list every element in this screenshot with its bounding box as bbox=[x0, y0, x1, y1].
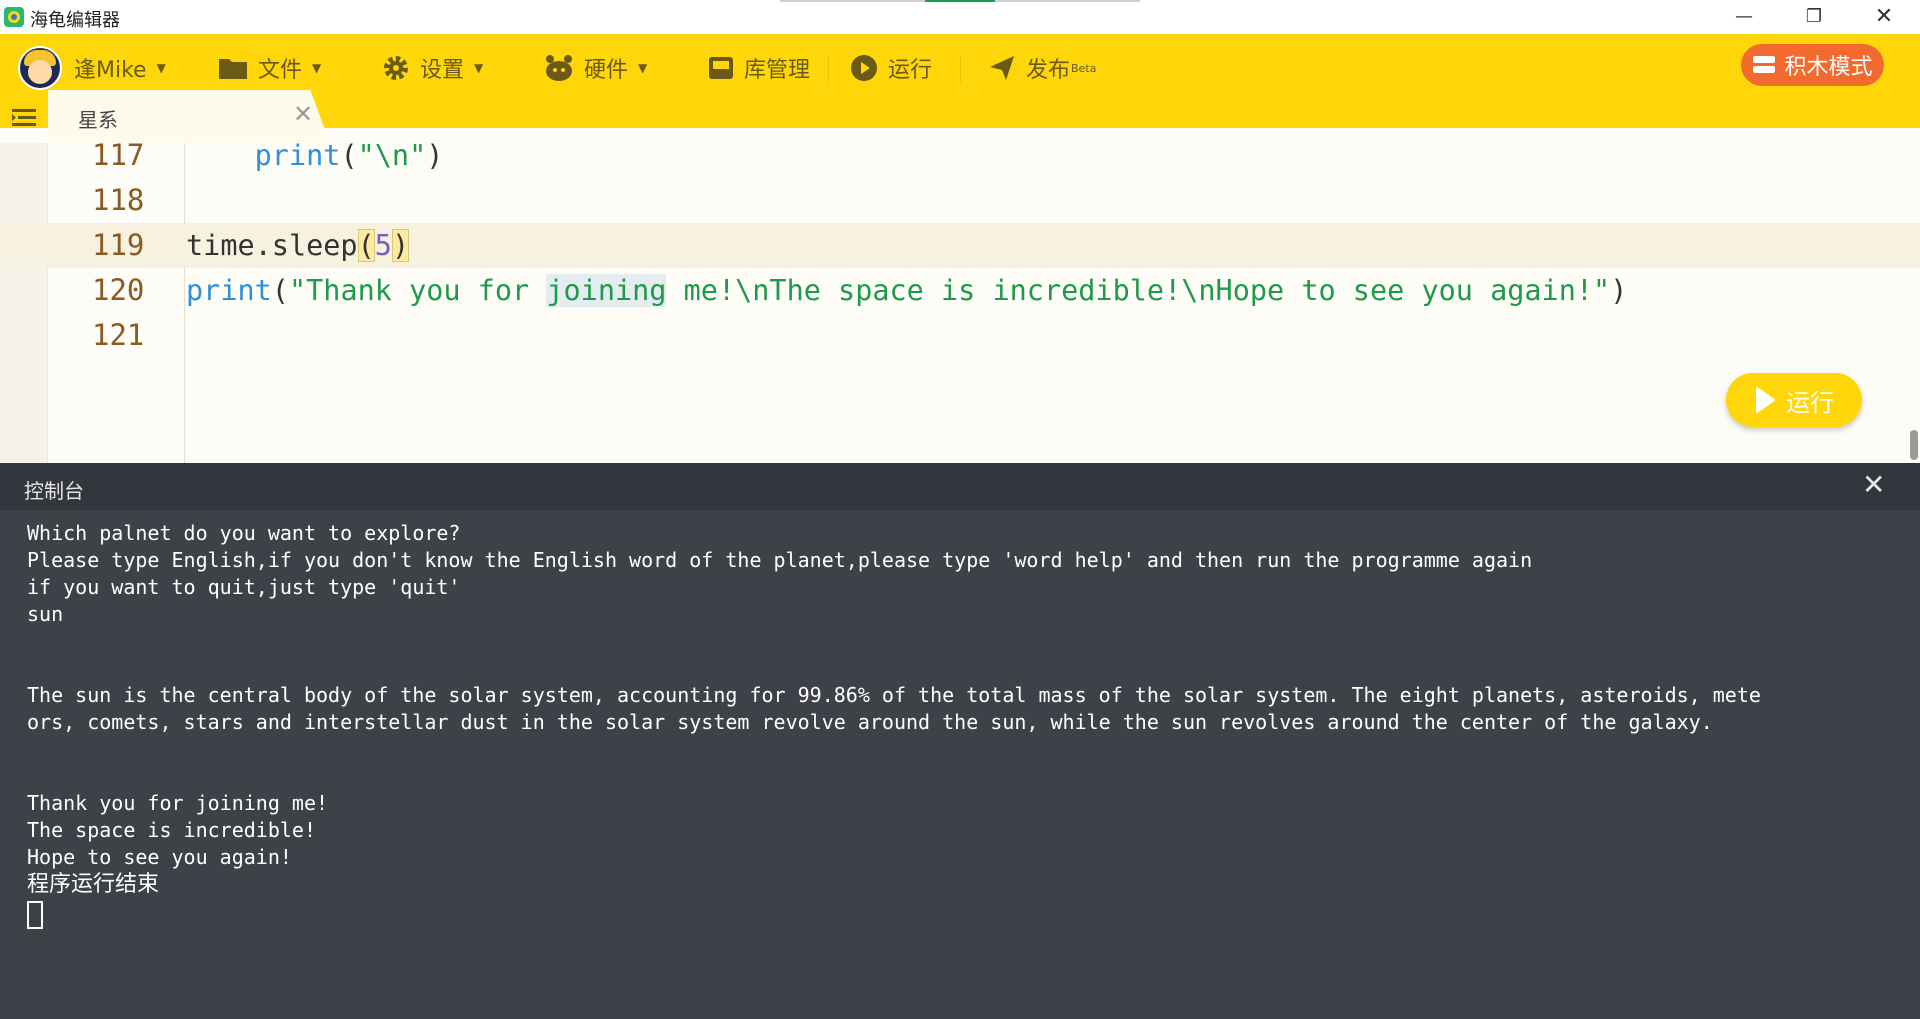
menu-bar: 逢Mike ▼ 文件 ▼ 设置 ▼ 硬件 ▼ 库管理 运行 发布 Beta 积木… bbox=[0, 34, 1920, 143]
library-manager-label: 库管理 bbox=[744, 58, 811, 83]
gear-icon bbox=[384, 56, 408, 80]
menu-divider bbox=[960, 56, 961, 82]
hardware-menu-label: 硬件 bbox=[584, 58, 629, 83]
console-line: if you want to quit,just type 'quit' bbox=[27, 575, 461, 599]
console-header: 控制台 ✕ bbox=[0, 463, 1920, 510]
user-menu[interactable]: 逢Mike ▼ bbox=[18, 46, 166, 90]
code-editor[interactable]: 117 print("\n") 118 119 time.sleep(5) 12… bbox=[0, 143, 1920, 463]
console-output[interactable]: Which palnet do you want to explore? Ple… bbox=[0, 510, 1920, 1019]
title-bar: 海龟编辑器 — ❐ ✕ bbox=[0, 0, 1920, 34]
user-name: 逢Mike bbox=[74, 58, 147, 83]
settings-menu[interactable]: 设置 ▼ bbox=[382, 48, 483, 88]
console-line: Hope to see you again! bbox=[27, 845, 292, 869]
run-menu-label: 运行 bbox=[888, 58, 933, 83]
menu-divider bbox=[828, 56, 829, 82]
editor-scrollbar-thumb[interactable] bbox=[1910, 430, 1918, 460]
title-bar-strip-active bbox=[925, 0, 995, 2]
hardware-menu[interactable]: 硬件 ▼ bbox=[544, 48, 647, 88]
console-line: ors, comets, stars and interstellar dust… bbox=[27, 710, 1713, 734]
run-menu-button[interactable]: 运行 bbox=[850, 48, 932, 88]
console-title: 控制台 bbox=[24, 479, 84, 503]
console-line: The space is incredible! bbox=[27, 818, 316, 842]
console-line: Please type English,if you don't know th… bbox=[27, 548, 1533, 572]
chevron-down-icon: ▼ bbox=[638, 61, 648, 75]
console-line-program-ended: 程序运行结束 bbox=[27, 872, 160, 897]
avatar bbox=[18, 46, 62, 90]
line-number: 121 bbox=[92, 318, 145, 352]
line-number: 118 bbox=[92, 183, 145, 217]
library-manager-button[interactable]: 库管理 bbox=[708, 48, 810, 88]
code-line: 118 bbox=[0, 178, 1920, 223]
console-close-icon[interactable]: ✕ bbox=[1862, 471, 1885, 499]
sidebar-toggle-icon[interactable] bbox=[10, 104, 38, 132]
blocks-mode-button[interactable]: 积木模式 bbox=[1741, 44, 1884, 86]
inbox-icon bbox=[709, 57, 733, 79]
tab-xingxi[interactable]: 星系 ✕ bbox=[48, 90, 330, 143]
line-number: 119 bbox=[92, 228, 145, 262]
tab-label: 星系 bbox=[78, 108, 118, 132]
chevron-down-icon: ▼ bbox=[474, 61, 484, 75]
console-line: Thank you for joining me! bbox=[27, 791, 329, 815]
console-input-cursor[interactable] bbox=[27, 901, 43, 929]
title-bar-strip bbox=[780, 0, 925, 2]
play-icon bbox=[1756, 387, 1775, 413]
console-line: Which palnet do you want to explore? bbox=[27, 521, 461, 545]
console-line: The sun is the central body of the solar… bbox=[27, 683, 1761, 707]
chevron-down-icon: ▼ bbox=[312, 61, 322, 75]
code-text: print("Thank you for joining me!\nThe sp… bbox=[186, 274, 1628, 307]
window-title: 海龟编辑器 bbox=[30, 10, 120, 31]
code-line: 121 bbox=[0, 313, 1920, 358]
robot-icon bbox=[546, 55, 572, 81]
file-menu[interactable]: 文件 ▼ bbox=[218, 48, 321, 88]
settings-menu-label: 设置 bbox=[420, 58, 465, 83]
close-window-button[interactable]: ✕ bbox=[1850, 0, 1918, 34]
app-logo-icon bbox=[4, 7, 24, 27]
blocks-icon bbox=[1753, 56, 1776, 73]
code-line: 117 print("\n") bbox=[0, 143, 1920, 178]
play-icon bbox=[851, 55, 877, 81]
code-line-active: 119 time.sleep(5) bbox=[0, 223, 1920, 268]
run-button-label: 运行 bbox=[1786, 388, 1834, 417]
beta-badge: Beta bbox=[1071, 61, 1097, 75]
folder-icon bbox=[219, 59, 247, 79]
line-number: 117 bbox=[92, 143, 145, 172]
file-menu-label: 文件 bbox=[258, 58, 303, 83]
paper-plane-icon bbox=[990, 56, 1014, 80]
publish-label: 发布 bbox=[1026, 58, 1071, 83]
tab-close-icon[interactable]: ✕ bbox=[293, 102, 313, 126]
code-text: time.sleep(5) bbox=[186, 229, 410, 262]
chevron-down-icon: ▼ bbox=[156, 61, 166, 75]
code-text: print("\n") bbox=[254, 143, 444, 172]
minimize-button[interactable]: — bbox=[1710, 0, 1778, 34]
publish-button[interactable]: 发布 Beta bbox=[988, 48, 1096, 88]
console-line: sun bbox=[27, 602, 64, 626]
restore-button[interactable]: ❐ bbox=[1780, 0, 1848, 34]
run-button[interactable]: 运行 bbox=[1726, 373, 1862, 427]
line-number: 120 bbox=[92, 273, 145, 307]
code-line: 120 print("Thank you for joining me!\nTh… bbox=[0, 268, 1920, 313]
blocks-mode-label: 积木模式 bbox=[1784, 55, 1873, 80]
title-bar-strip bbox=[995, 0, 1140, 2]
